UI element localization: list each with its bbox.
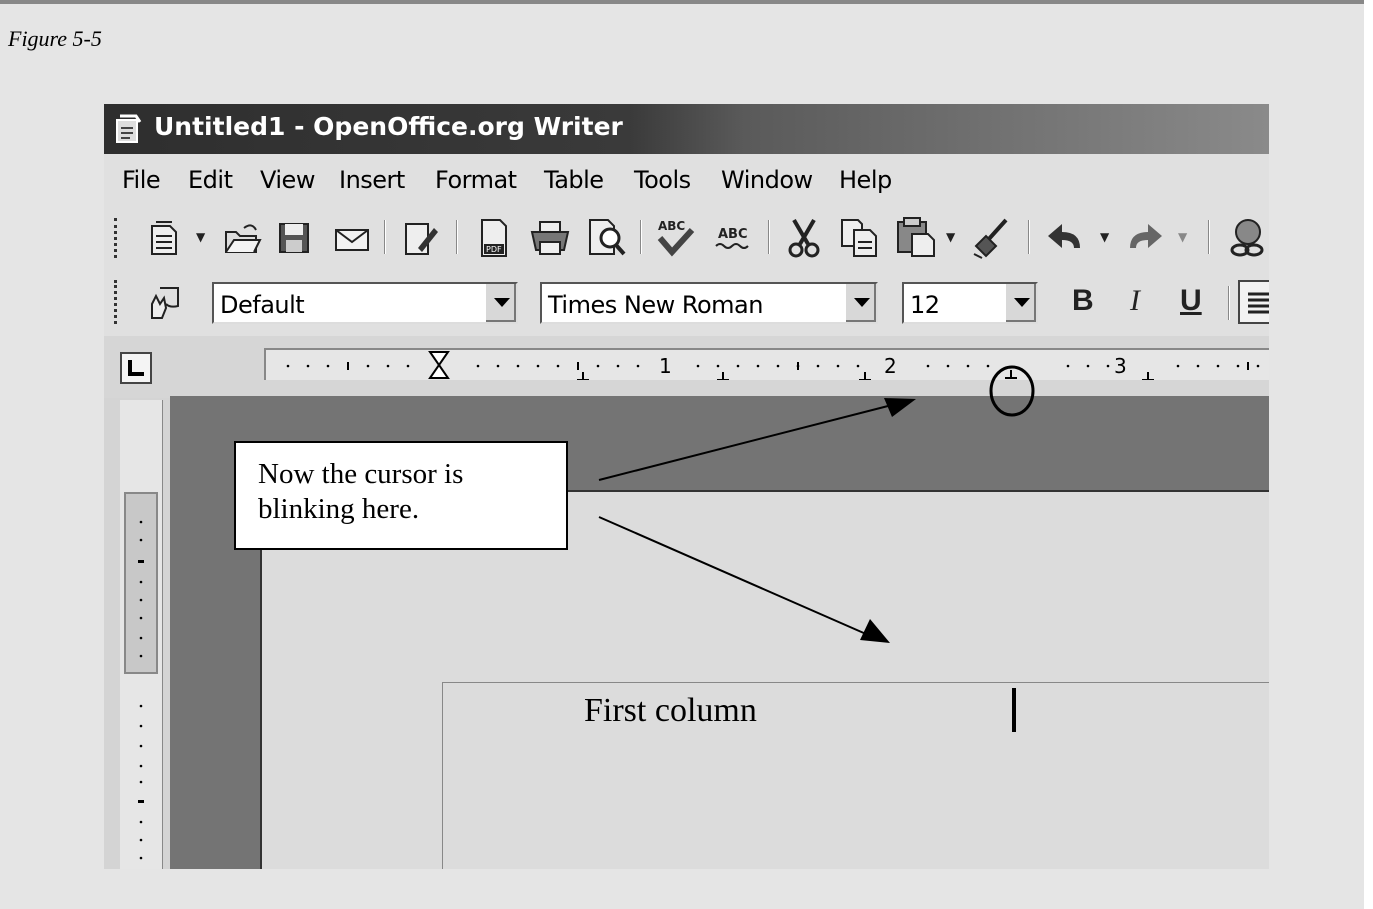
ruler-row: 1 2 3 (104, 336, 1269, 398)
paste-icon[interactable] (894, 214, 938, 260)
menu-tools[interactable]: Tools (634, 166, 691, 194)
menu-bar: File Edit View Insert Format Table Tools… (104, 154, 1269, 206)
horizontal-ruler[interactable]: 1 2 3 (264, 348, 1269, 380)
tab-stop-selector[interactable] (120, 352, 152, 384)
redo-dropdown-icon[interactable]: ▼ (1178, 230, 1187, 244)
menu-edit[interactable]: Edit (188, 166, 233, 194)
styles-formatting-icon[interactable] (142, 282, 186, 324)
vertical-ruler-ticks (138, 520, 144, 860)
export-pdf-icon[interactable]: PDF (474, 216, 514, 260)
menu-window[interactable]: Window (721, 166, 813, 194)
paragraph-style-value: Default (220, 291, 305, 319)
underline-button[interactable]: U (1180, 284, 1202, 318)
cut-icon[interactable] (784, 216, 824, 260)
open-folder-icon[interactable] (222, 218, 262, 258)
undo-dropdown-icon[interactable]: ▼ (1100, 230, 1109, 244)
toolbar-grip[interactable] (114, 218, 121, 258)
email-icon[interactable] (330, 218, 374, 258)
hyperlink-icon[interactable] (1226, 216, 1269, 260)
callout-box: Now the cursor is blinking here. (234, 441, 568, 550)
chevron-down-icon[interactable] (484, 284, 516, 322)
page-preview-icon[interactable] (584, 216, 628, 260)
callout-line-1: Now the cursor is (258, 458, 464, 490)
edit-file-icon[interactable] (400, 218, 440, 258)
toolbar-grip[interactable] (114, 280, 121, 324)
menu-view[interactable]: View (260, 166, 315, 194)
formatting-toolbar: Default Times New Roman 12 B I U (104, 268, 1269, 336)
spellcheck-icon[interactable]: ABC (652, 214, 700, 260)
redo-icon[interactable] (1122, 218, 1166, 258)
callout-line-2: blinking here. (258, 493, 420, 525)
font-size-value: 12 (910, 291, 940, 319)
menu-format[interactable]: Format (435, 166, 517, 194)
menu-help[interactable]: Help (839, 166, 892, 194)
toolbar-separator (1228, 286, 1230, 320)
font-name-value: Times New Roman (548, 291, 763, 319)
paste-dropdown-icon[interactable]: ▼ (946, 230, 955, 244)
svg-text:ABC: ABC (658, 219, 685, 233)
ruler-label: 2 (884, 354, 897, 378)
toolbar-separator (1028, 220, 1030, 254)
toolbar-separator (384, 220, 386, 254)
new-dropdown-icon[interactable]: ▼ (196, 230, 205, 244)
print-icon[interactable] (528, 218, 572, 258)
font-name-combo[interactable]: Times New Roman (540, 282, 878, 324)
title-bar: Untitled1 - OpenOffice.org Writer (104, 104, 1269, 154)
indent-marker-icon[interactable] (428, 351, 450, 379)
menu-insert[interactable]: Insert (339, 166, 405, 194)
undo-icon[interactable] (1044, 218, 1088, 258)
window-title: Untitled1 - OpenOffice.org Writer (154, 112, 623, 141)
font-size-combo[interactable]: 12 (902, 282, 1038, 324)
autospellcheck-icon[interactable]: ABC (710, 216, 758, 260)
new-document-icon[interactable] (144, 218, 184, 258)
ruler-label: 1 (659, 354, 672, 378)
chevron-down-icon[interactable] (1004, 284, 1036, 322)
menu-file[interactable]: File (122, 166, 161, 194)
toolbar-separator (768, 220, 770, 254)
toolbar-separator (456, 220, 458, 254)
figure-caption: Figure 5-5 (8, 26, 102, 51)
paragraph-style-combo[interactable]: Default (212, 282, 518, 324)
toolbar-separator (1208, 220, 1210, 254)
document-text[interactable]: First column (584, 692, 757, 730)
italic-button[interactable]: I (1130, 284, 1140, 318)
save-icon[interactable] (274, 218, 314, 258)
text-boundary (442, 682, 1269, 869)
ruler-label: 3 (1114, 354, 1127, 378)
align-left-icon (1248, 292, 1269, 314)
clone-formatting-icon[interactable] (970, 216, 1014, 260)
writer-app-icon (116, 114, 142, 143)
standard-toolbar: ▼ PDF ABC ABC ▼ ▼ ▼ (104, 206, 1269, 268)
chevron-down-icon[interactable] (844, 284, 876, 322)
svg-text:PDF: PDF (486, 245, 502, 254)
svg-text:ABC: ABC (718, 227, 748, 242)
text-cursor (1012, 688, 1016, 732)
align-left-button[interactable] (1238, 280, 1269, 324)
vertical-ruler[interactable] (120, 400, 163, 869)
menu-table[interactable]: Table (544, 166, 604, 194)
left-tab-icon (128, 360, 144, 376)
bold-button[interactable]: B (1072, 284, 1094, 318)
copy-icon[interactable] (838, 216, 882, 260)
toolbar-separator (640, 220, 642, 254)
